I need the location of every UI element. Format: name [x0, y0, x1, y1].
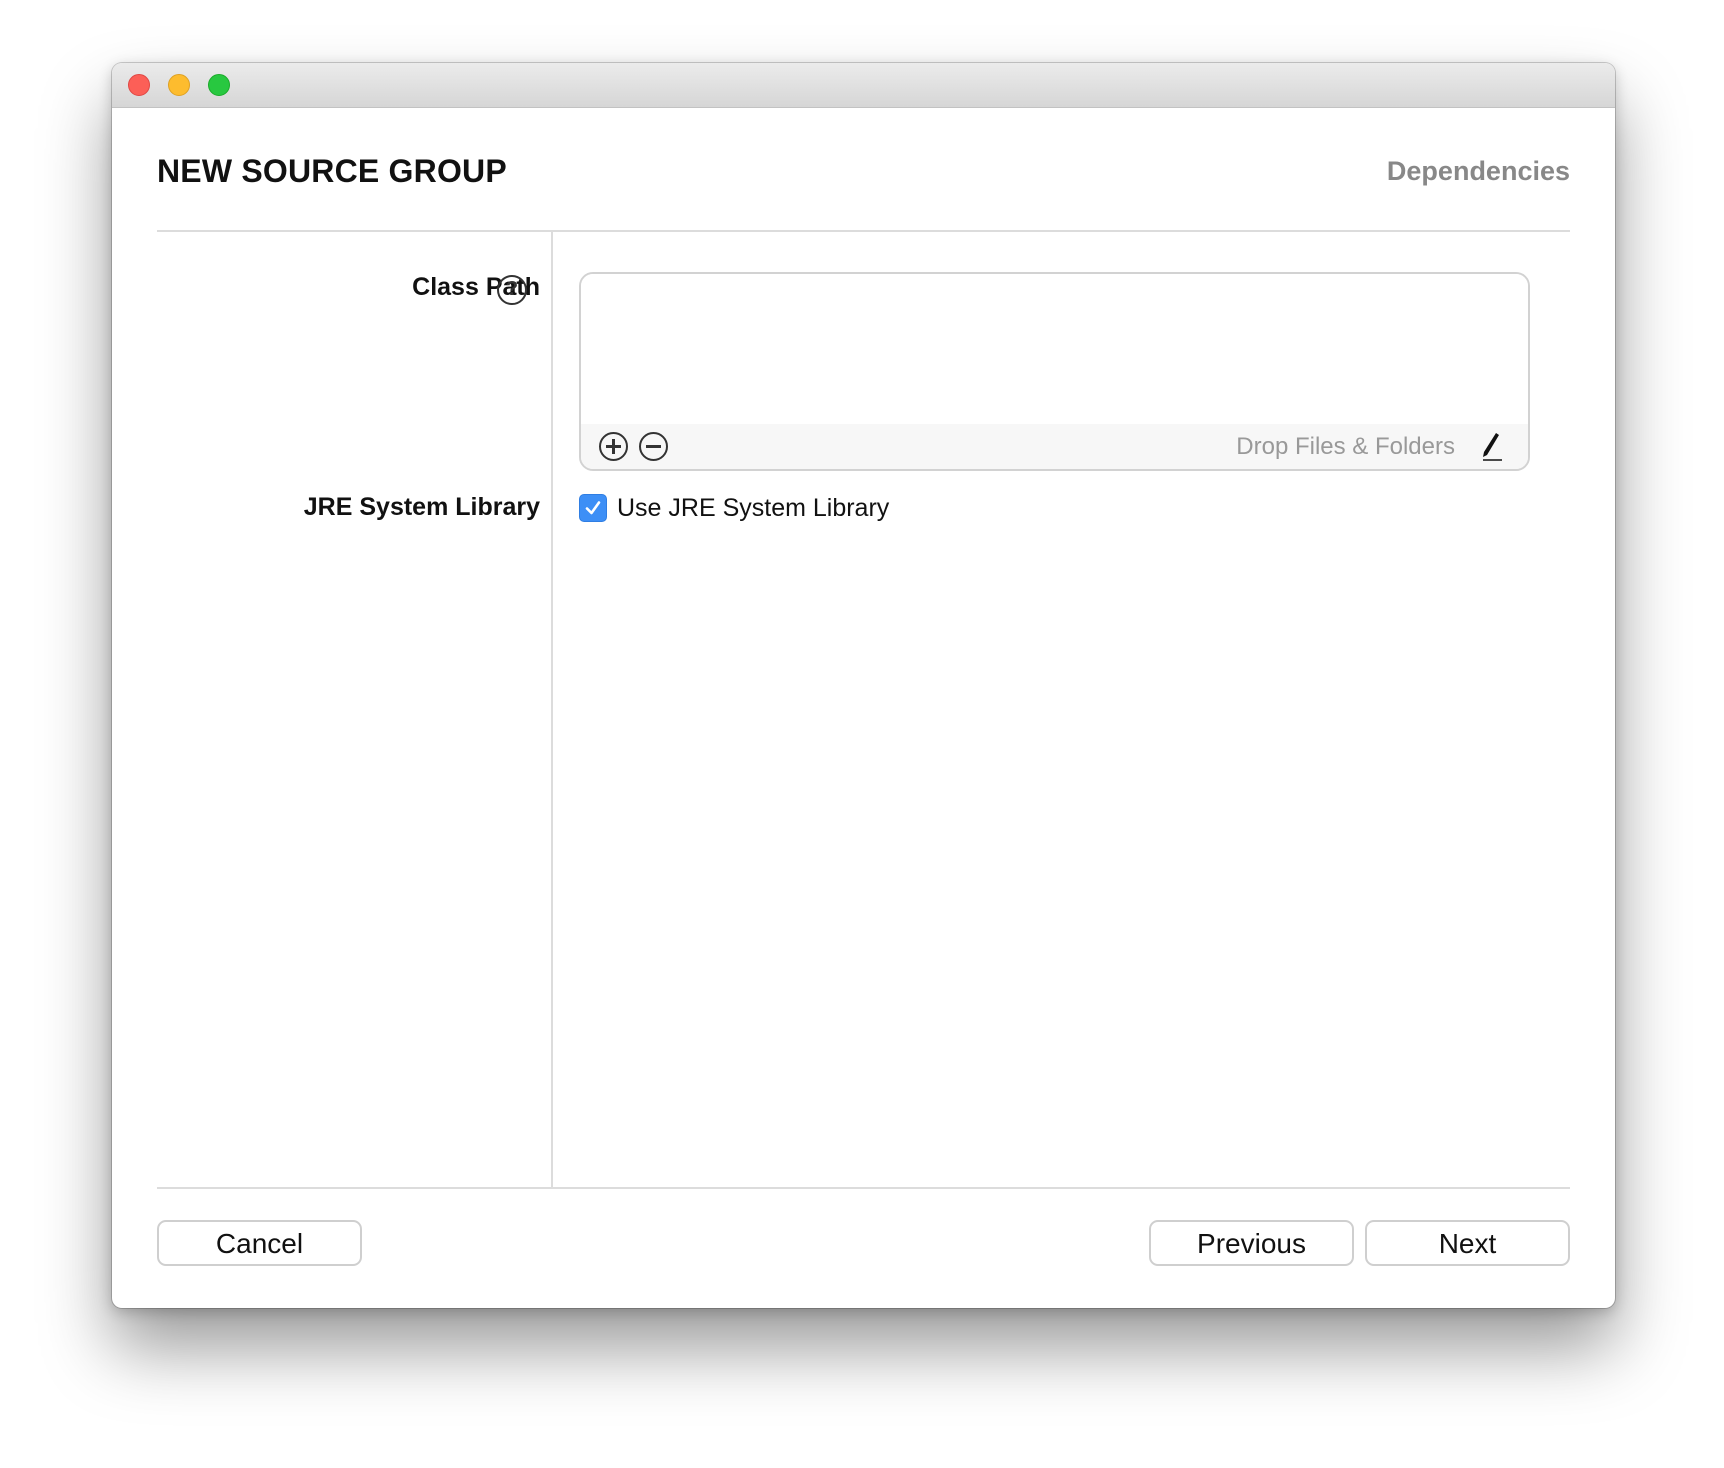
use-jre-checkbox-label[interactable]: Use JRE System Library — [617, 494, 889, 523]
minus-circle-icon[interactable] — [639, 432, 668, 461]
class-path-toolbar: Drop Files & Folders — [581, 424, 1528, 469]
class-path-list[interactable] — [581, 274, 1528, 426]
question-circle-icon[interactable]: ? — [497, 275, 527, 305]
top-divider — [157, 230, 1570, 232]
next-button[interactable]: Next — [1365, 1220, 1570, 1266]
class-path-list-box: Drop Files & Folders — [579, 272, 1530, 471]
bottom-divider — [157, 1187, 1570, 1189]
minimize-window-button[interactable] — [168, 74, 190, 96]
use-jre-checkbox[interactable] — [579, 494, 607, 522]
checkmark-icon — [585, 501, 601, 515]
title-bar — [112, 63, 1615, 108]
jre-system-library-label: JRE System Library — [303, 493, 540, 521]
dialog-window: NEW SOURCE GROUP Dependencies Class Path… — [112, 63, 1615, 1308]
plus-circle-icon[interactable] — [599, 432, 628, 461]
page-title: NEW SOURCE GROUP — [157, 153, 507, 189]
step-label: Dependencies — [1386, 156, 1570, 186]
previous-button[interactable]: Previous — [1149, 1220, 1354, 1266]
cancel-button[interactable]: Cancel — [157, 1220, 362, 1266]
close-window-button[interactable] — [128, 74, 150, 96]
column-divider — [551, 231, 553, 1188]
zoom-window-button[interactable] — [208, 74, 230, 96]
pencil-icon[interactable] — [1478, 431, 1504, 463]
drop-files-hint: Drop Files & Folders — [1236, 433, 1455, 460]
